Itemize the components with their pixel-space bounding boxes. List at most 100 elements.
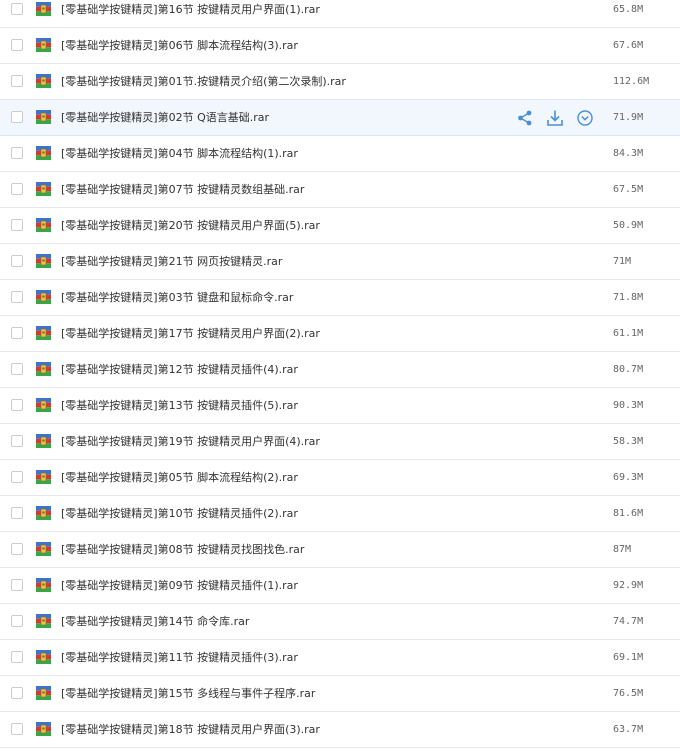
- archive-file-icon: [36, 686, 51, 700]
- archive-file-icon: [36, 398, 51, 412]
- row-checkbox[interactable]: [11, 723, 23, 735]
- row-checkbox[interactable]: [11, 507, 23, 519]
- row-checkbox[interactable]: [11, 363, 23, 375]
- archive-file-icon: [36, 110, 51, 124]
- file-row[interactable]: [零基础学按键精灵]第07节 按键精灵数组基础.rar 67.5M: [0, 172, 680, 208]
- archive-file-icon: [36, 578, 51, 592]
- file-name[interactable]: [零基础学按键精灵]第19节 按键精灵用户界面(4).rar: [61, 434, 320, 450]
- file-size: 71.8M: [613, 292, 644, 303]
- row-checkbox[interactable]: [11, 327, 23, 339]
- file-row[interactable]: [零基础学按键精灵]第01节.按键精灵介绍(第二次录制).rar 112.6M: [0, 64, 680, 100]
- file-row[interactable]: [零基础学按键精灵]第06节 脚本流程结构(3).rar 67.6M: [0, 28, 680, 64]
- file-size: 80.7M: [613, 364, 644, 375]
- row-checkbox[interactable]: [11, 615, 23, 627]
- row-checkbox[interactable]: [11, 399, 23, 411]
- file-size: 81.6M: [613, 508, 644, 519]
- row-checkbox[interactable]: [11, 183, 23, 195]
- row-checkbox[interactable]: [11, 111, 23, 123]
- file-name[interactable]: [零基础学按键精灵]第15节 多线程与事件子程序.rar: [61, 686, 315, 702]
- file-name[interactable]: [零基础学按键精灵]第14节 命令库.rar: [61, 614, 249, 630]
- file-size: 76.5M: [613, 688, 644, 699]
- file-name[interactable]: [零基础学按键精灵]第04节 脚本流程结构(1).rar: [61, 146, 298, 162]
- file-row[interactable]: [零基础学按键精灵]第11节 按键精灵插件(3).rar 69.1M: [0, 640, 680, 676]
- file-row[interactable]: [零基础学按键精灵]第08节 按键精灵找图找色.rar 87M: [0, 532, 680, 568]
- file-size: 69.3M: [613, 472, 644, 483]
- file-list: [零基础学按键精灵]第16节 按键精灵用户界面(1).rar 65.8M [零基…: [0, 0, 680, 748]
- file-row[interactable]: [零基础学按键精灵]第02节 Q语言基础.rar 71.9M: [0, 100, 680, 136]
- file-name[interactable]: [零基础学按键精灵]第07节 按键精灵数组基础.rar: [61, 182, 304, 198]
- archive-file-icon: [36, 326, 51, 340]
- file-row[interactable]: [零基础学按键精灵]第15节 多线程与事件子程序.rar 76.5M: [0, 676, 680, 712]
- file-name[interactable]: [零基础学按键精灵]第01节.按键精灵介绍(第二次录制).rar: [61, 74, 346, 90]
- file-name[interactable]: [零基础学按键精灵]第10节 按键精灵插件(2).rar: [61, 506, 298, 522]
- file-row[interactable]: [零基础学按键精灵]第10节 按键精灵插件(2).rar 81.6M: [0, 496, 680, 532]
- file-row[interactable]: [零基础学按键精灵]第21节 网页按键精灵.rar 71M: [0, 244, 680, 280]
- archive-file-icon: [36, 722, 51, 736]
- file-name[interactable]: [零基础学按键精灵]第12节 按键精灵插件(4).rar: [61, 362, 298, 378]
- archive-file-icon: [36, 434, 51, 448]
- file-row[interactable]: [零基础学按键精灵]第17节 按键精灵用户界面(2).rar 61.1M: [0, 316, 680, 352]
- file-size: 71M: [613, 256, 632, 267]
- row-checkbox[interactable]: [11, 471, 23, 483]
- row-checkbox[interactable]: [11, 3, 23, 15]
- file-size: 58.3M: [613, 436, 644, 447]
- file-name[interactable]: [零基础学按键精灵]第03节 键盘和鼠标命令.rar: [61, 290, 293, 306]
- archive-file-icon: [36, 470, 51, 484]
- file-name[interactable]: [零基础学按键精灵]第13节 按键精灵插件(5).rar: [61, 398, 298, 414]
- file-row[interactable]: [零基础学按键精灵]第19节 按键精灵用户界面(4).rar 58.3M: [0, 424, 680, 460]
- archive-file-icon: [36, 506, 51, 520]
- row-checkbox[interactable]: [11, 651, 23, 663]
- archive-file-icon: [36, 650, 51, 664]
- row-checkbox[interactable]: [11, 579, 23, 591]
- row-checkbox[interactable]: [11, 147, 23, 159]
- more-dropdown-icon[interactable]: [576, 109, 594, 127]
- row-checkbox[interactable]: [11, 255, 23, 267]
- file-size: 84.3M: [613, 148, 644, 159]
- file-row[interactable]: [零基础学按键精灵]第14节 命令库.rar 74.7M: [0, 604, 680, 640]
- row-checkbox[interactable]: [11, 435, 23, 447]
- file-name[interactable]: [零基础学按键精灵]第02节 Q语言基础.rar: [61, 110, 269, 126]
- file-size: 92.9M: [613, 580, 644, 591]
- file-name[interactable]: [零基础学按键精灵]第11节 按键精灵插件(3).rar: [61, 650, 298, 666]
- file-row[interactable]: [零基础学按键精灵]第16节 按键精灵用户界面(1).rar 65.8M: [0, 0, 680, 28]
- file-row[interactable]: [零基础学按键精灵]第09节 按键精灵插件(1).rar 92.9M: [0, 568, 680, 604]
- row-checkbox[interactable]: [11, 687, 23, 699]
- file-row[interactable]: [零基础学按键精灵]第18节 按键精灵用户界面(3).rar 63.7M: [0, 712, 680, 748]
- archive-file-icon: [36, 218, 51, 232]
- file-name[interactable]: [零基础学按键精灵]第08节 按键精灵找图找色.rar: [61, 542, 304, 558]
- file-row[interactable]: [零基础学按键精灵]第05节 脚本流程结构(2).rar 69.3M: [0, 460, 680, 496]
- archive-file-icon: [36, 290, 51, 304]
- file-size: 50.9M: [613, 220, 644, 231]
- file-name[interactable]: [零基础学按键精灵]第17节 按键精灵用户界面(2).rar: [61, 326, 320, 342]
- archive-file-icon: [36, 254, 51, 268]
- row-checkbox[interactable]: [11, 39, 23, 51]
- file-size: 67.5M: [613, 184, 644, 195]
- file-row[interactable]: [零基础学按键精灵]第03节 键盘和鼠标命令.rar 71.8M: [0, 280, 680, 316]
- row-checkbox[interactable]: [11, 219, 23, 231]
- file-name[interactable]: [零基础学按键精灵]第18节 按键精灵用户界面(3).rar: [61, 722, 320, 738]
- file-name[interactable]: [零基础学按键精灵]第05节 脚本流程结构(2).rar: [61, 470, 298, 486]
- file-name[interactable]: [零基础学按键精灵]第16节 按键精灵用户界面(1).rar: [61, 2, 320, 18]
- file-size: 61.1M: [613, 328, 644, 339]
- archive-file-icon: [36, 362, 51, 376]
- file-name[interactable]: [零基础学按键精灵]第09节 按键精灵插件(1).rar: [61, 578, 298, 594]
- row-checkbox[interactable]: [11, 543, 23, 555]
- file-row[interactable]: [零基础学按键精灵]第12节 按键精灵插件(4).rar 80.7M: [0, 352, 680, 388]
- file-row[interactable]: [零基础学按键精灵]第04节 脚本流程结构(1).rar 84.3M: [0, 136, 680, 172]
- file-row[interactable]: [零基础学按键精灵]第13节 按键精灵插件(5).rar 90.3M: [0, 388, 680, 424]
- archive-file-icon: [36, 38, 51, 52]
- file-name[interactable]: [零基础学按键精灵]第21节 网页按键精灵.rar: [61, 254, 282, 270]
- row-checkbox[interactable]: [11, 291, 23, 303]
- file-size: 87M: [613, 544, 632, 555]
- file-size: 74.7M: [613, 616, 644, 627]
- file-name[interactable]: [零基础学按键精灵]第06节 脚本流程结构(3).rar: [61, 38, 298, 54]
- row-checkbox[interactable]: [11, 75, 23, 87]
- file-row[interactable]: [零基础学按键精灵]第20节 按键精灵用户界面(5).rar 50.9M: [0, 208, 680, 244]
- file-size: 90.3M: [613, 400, 644, 411]
- download-icon[interactable]: [546, 109, 564, 127]
- file-size: 71.9M: [613, 112, 644, 123]
- file-name[interactable]: [零基础学按键精灵]第20节 按键精灵用户界面(5).rar: [61, 218, 320, 234]
- archive-file-icon: [36, 2, 51, 16]
- share-icon[interactable]: [516, 109, 534, 127]
- archive-file-icon: [36, 182, 51, 196]
